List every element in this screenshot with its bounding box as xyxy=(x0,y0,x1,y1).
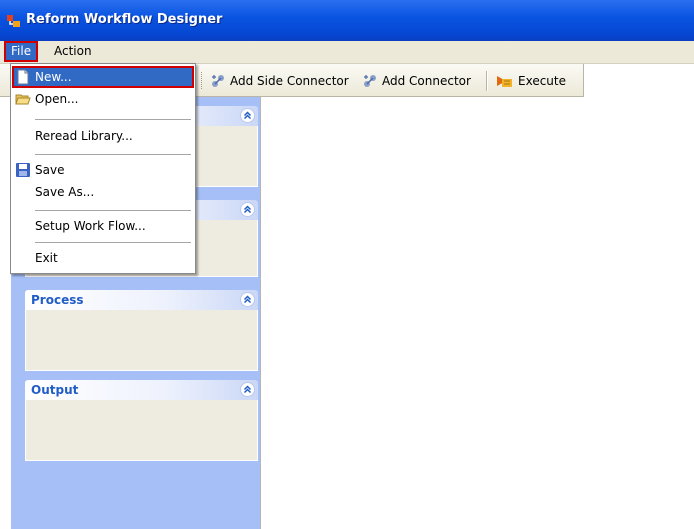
menu-item-save-label: Save xyxy=(35,163,65,177)
menu-item-setup-work-flow[interactable]: Setup Work Flow... xyxy=(12,215,194,237)
window-title: Reform Workflow Designer xyxy=(26,12,223,27)
execute-label: Execute xyxy=(518,74,566,88)
menu-item-setup-label: Setup Work Flow... xyxy=(35,219,146,233)
chevron-up-icon[interactable] xyxy=(240,202,255,217)
execute-button[interactable]: Execute xyxy=(496,73,566,89)
connector-icon xyxy=(364,75,376,87)
new-file-icon xyxy=(17,69,29,85)
menu-action[interactable]: Action xyxy=(48,42,98,61)
menu-item-open-label: Open... xyxy=(35,92,79,106)
menu-file[interactable]: File xyxy=(3,41,39,62)
chevron-up-icon[interactable] xyxy=(240,382,255,397)
side-connector-icon xyxy=(212,75,224,87)
add-side-connector-label: Add Side Connector xyxy=(230,74,349,88)
open-folder-icon xyxy=(15,94,31,105)
menu-item-exit[interactable]: Exit xyxy=(12,247,194,269)
execute-icon xyxy=(497,76,512,87)
panel-output-header[interactable]: Output xyxy=(25,380,258,400)
menu-item-reread-library[interactable]: Reread Library... xyxy=(12,125,194,147)
add-connector-button[interactable]: Add Connector xyxy=(362,73,471,89)
add-connector-label: Add Connector xyxy=(382,74,471,88)
panel-process-header[interactable]: Process xyxy=(25,290,258,310)
workflow-canvas[interactable] xyxy=(260,97,694,529)
menu-item-save-as[interactable]: Save As... xyxy=(12,181,194,203)
menu-separator xyxy=(35,242,191,243)
chevron-up-icon[interactable] xyxy=(240,108,255,123)
panel-output: Output xyxy=(25,380,258,461)
file-menu-dropdown: New... Open... Reread Library... Save Sa… xyxy=(10,63,196,274)
panel-output-body xyxy=(25,400,258,461)
menu-separator xyxy=(35,154,191,155)
menu-item-save-as-label: Save As... xyxy=(35,185,95,199)
menu-item-new[interactable]: New... xyxy=(12,66,194,88)
toolbar-grip[interactable] xyxy=(201,72,205,89)
menu-item-open[interactable]: Open... xyxy=(12,88,194,110)
panel-process: Process xyxy=(25,290,258,371)
chevron-up-icon[interactable] xyxy=(240,292,255,307)
menu-item-save[interactable]: Save xyxy=(12,159,194,181)
toolbar-separator xyxy=(486,71,488,91)
app-icon xyxy=(7,15,20,27)
panel-process-title: Process xyxy=(31,293,84,307)
save-disk-icon xyxy=(16,163,30,177)
panel-process-body xyxy=(25,310,258,371)
title-bar: Reform Workflow Designer xyxy=(0,0,694,41)
menu-item-new-label: New... xyxy=(35,70,72,84)
menu-separator xyxy=(35,210,191,211)
menu-item-exit-label: Exit xyxy=(35,251,58,265)
panel-output-title: Output xyxy=(31,383,79,397)
menu-separator xyxy=(35,119,191,120)
add-side-connector-button[interactable]: Add Side Connector xyxy=(210,73,349,89)
menu-bar: File Action xyxy=(0,41,694,64)
menu-item-reread-label: Reread Library... xyxy=(35,129,133,143)
